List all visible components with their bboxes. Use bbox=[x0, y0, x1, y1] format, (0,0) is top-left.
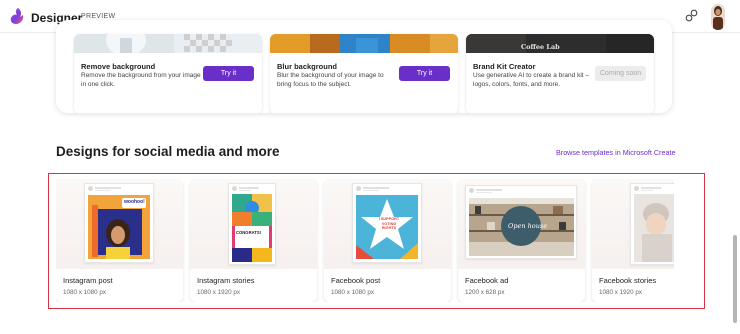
template-size: 1080 x 1080 px bbox=[63, 289, 107, 296]
template-name: Facebook ad bbox=[465, 276, 509, 285]
template-card-facebook-post[interactable]: I SUPPORT VOTING RIGHTS Facebook post 10… bbox=[324, 179, 451, 302]
template-preview: CONGRATS! bbox=[190, 179, 317, 269]
share-link-icon[interactable] bbox=[685, 9, 698, 22]
feature-description: Remove the background from your image in… bbox=[81, 72, 201, 88]
coming-soon-button: Coming soon bbox=[595, 66, 646, 81]
story-frame bbox=[630, 183, 674, 265]
template-size: 1080 x 1920 px bbox=[599, 289, 643, 296]
user-avatar[interactable] bbox=[711, 4, 725, 30]
page-scrollbar[interactable] bbox=[733, 235, 737, 323]
template-card-instagram-stories[interactable]: CONGRATS! Instagram stories 1080 x 1920 … bbox=[190, 179, 317, 302]
template-size: 1080 x 1080 px bbox=[331, 289, 375, 296]
template-card-facebook-ad[interactable]: Open house Facebook ad 1200 x 628 px bbox=[458, 179, 585, 302]
instagram-stories-artwork bbox=[232, 194, 272, 262]
facebook-post-art-text: I SUPPORT VOTING RIGHTS bbox=[378, 217, 400, 231]
brand-kit-thumb-text: Coffee Lab bbox=[521, 43, 560, 51]
template-name: Facebook stories bbox=[599, 276, 657, 285]
template-preview bbox=[592, 179, 674, 269]
feature-title: Remove background bbox=[81, 62, 156, 71]
template-preview: I SUPPORT VOTING RIGHTS bbox=[324, 179, 451, 269]
template-preview: Open house bbox=[458, 179, 585, 269]
post-frame: I SUPPORT VOTING RIGHTS bbox=[352, 183, 422, 263]
feature-card-brand-kit-creator[interactable]: Coffee Lab Brand Kit Creator Use generat… bbox=[466, 34, 654, 113]
preview-badge: PREVIEW bbox=[81, 13, 116, 20]
feature-tools-panel: Remove background Remove the background … bbox=[56, 20, 672, 113]
template-card-instagram-post[interactable]: woohoo! Instagram post 1080 x 1080 px bbox=[56, 179, 183, 302]
designer-logo-icon[interactable] bbox=[9, 7, 25, 25]
feature-card-blur-background[interactable]: Blur background Blur the background of y… bbox=[270, 34, 458, 113]
facebook-ad-art-text: Open house bbox=[508, 222, 548, 230]
blur-background-thumbnail bbox=[270, 34, 458, 53]
template-name: Instagram post bbox=[63, 276, 113, 285]
facebook-stories-artwork bbox=[634, 194, 674, 262]
stories-art-text: CONGRATS! bbox=[236, 230, 262, 235]
section-title: Designs for social media and more bbox=[56, 144, 280, 159]
post-art-text: woohoo! bbox=[124, 199, 145, 205]
feature-title: Brand Kit Creator bbox=[473, 62, 536, 71]
brand-kit-thumbnail bbox=[466, 34, 654, 53]
feature-description: Blur the background of your image to bri… bbox=[277, 72, 384, 88]
social-templates-carousel: woohoo! Instagram post 1080 x 1080 px CO… bbox=[56, 179, 674, 302]
browse-templates-link[interactable]: Browse templates in Microsoft Create bbox=[556, 148, 675, 157]
feature-description: Use generative AI to create a brand kit … bbox=[473, 72, 589, 88]
feature-title: Blur background bbox=[277, 62, 338, 71]
try-remove-background-button[interactable]: Try it bbox=[203, 66, 254, 81]
story-frame: CONGRATS! bbox=[228, 183, 276, 265]
feature-card-remove-background[interactable]: Remove background Remove the background … bbox=[74, 34, 262, 113]
template-card-facebook-stories[interactable]: Facebook stories 1080 x 1920 px bbox=[592, 179, 674, 302]
template-name: Instagram stories bbox=[197, 276, 255, 285]
template-size: 1200 x 628 px bbox=[465, 289, 505, 296]
try-blur-background-button[interactable]: Try it bbox=[399, 66, 450, 81]
template-size: 1080 x 1920 px bbox=[197, 289, 241, 296]
post-frame: woohoo! bbox=[84, 183, 154, 263]
remove-background-thumbnail bbox=[74, 34, 262, 53]
template-preview: woohoo! bbox=[56, 179, 183, 269]
template-name: Facebook post bbox=[331, 276, 381, 285]
ad-frame: Open house bbox=[465, 185, 577, 259]
